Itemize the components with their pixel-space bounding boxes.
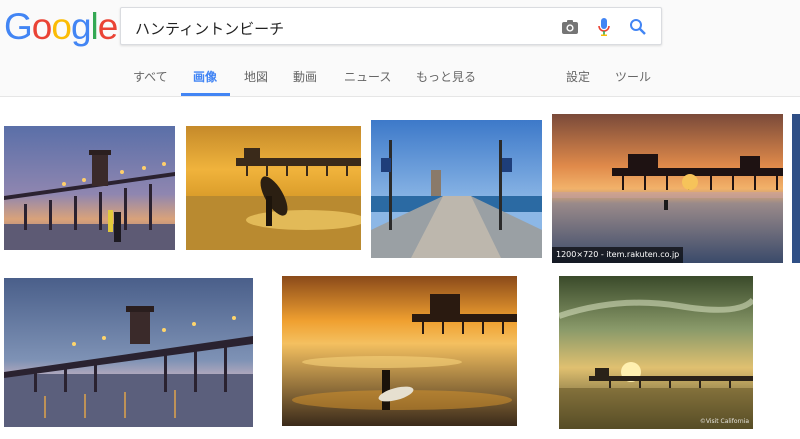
logo-letter: o bbox=[51, 6, 72, 47]
logo-letter: G bbox=[4, 6, 33, 47]
image-result[interactable] bbox=[4, 126, 175, 250]
image-credit: ©Visit California bbox=[699, 418, 749, 425]
logo-letter: o bbox=[31, 6, 53, 47]
tab-all[interactable]: すべて bbox=[133, 68, 168, 85]
surfer-golden-image bbox=[282, 276, 517, 426]
pier-dusk-image bbox=[4, 126, 175, 250]
search-box[interactable]: ハンティントンビーチ bbox=[120, 7, 662, 45]
active-tab-indicator bbox=[181, 93, 230, 96]
image-result[interactable] bbox=[4, 278, 253, 427]
image-result[interactable]: 1200×720 - item.rakuten.co.jp bbox=[552, 114, 783, 263]
image-result[interactable] bbox=[186, 126, 361, 250]
tab-tools[interactable]: ツール bbox=[615, 68, 651, 85]
pier-horizon-image bbox=[559, 276, 753, 429]
image-result-partial[interactable] bbox=[792, 114, 800, 263]
search-input[interactable]: ハンティントンビーチ bbox=[135, 18, 284, 39]
pier-sunset-image bbox=[552, 114, 783, 263]
tab-settings[interactable]: 設定 bbox=[566, 68, 590, 85]
logo-letter: g bbox=[70, 6, 92, 47]
surfer-sunset-image bbox=[186, 126, 361, 250]
tab-videos[interactable]: 動画 bbox=[293, 68, 317, 85]
image-result[interactable]: ©Visit California bbox=[559, 276, 753, 429]
search-icon[interactable] bbox=[627, 16, 649, 38]
search-tabs: すべて 画像 地図 動画 ニュース もっと見る 設定 ツール bbox=[0, 60, 800, 96]
microphone-icon[interactable] bbox=[593, 16, 615, 38]
google-logo[interactable]: Google bbox=[4, 6, 119, 48]
camera-icon[interactable] bbox=[559, 16, 581, 38]
tab-more[interactable]: もっと見る bbox=[416, 68, 476, 85]
pier-twilight-image bbox=[4, 278, 253, 427]
image-result[interactable] bbox=[282, 276, 517, 426]
image-size-caption: 1200×720 - item.rakuten.co.jp bbox=[552, 247, 684, 263]
image-result[interactable] bbox=[371, 120, 542, 258]
logo-letter: e bbox=[97, 6, 119, 47]
header: Google ハンティントンビーチ すべて 画像 地図 動画 ニュース もっと見… bbox=[0, 0, 800, 97]
logo-letter: l bbox=[90, 6, 99, 47]
tab-news[interactable]: ニュース bbox=[344, 68, 391, 85]
tab-maps[interactable]: 地図 bbox=[244, 68, 268, 85]
tab-images[interactable]: 画像 bbox=[193, 68, 217, 85]
pier-daytime-image bbox=[371, 120, 542, 258]
